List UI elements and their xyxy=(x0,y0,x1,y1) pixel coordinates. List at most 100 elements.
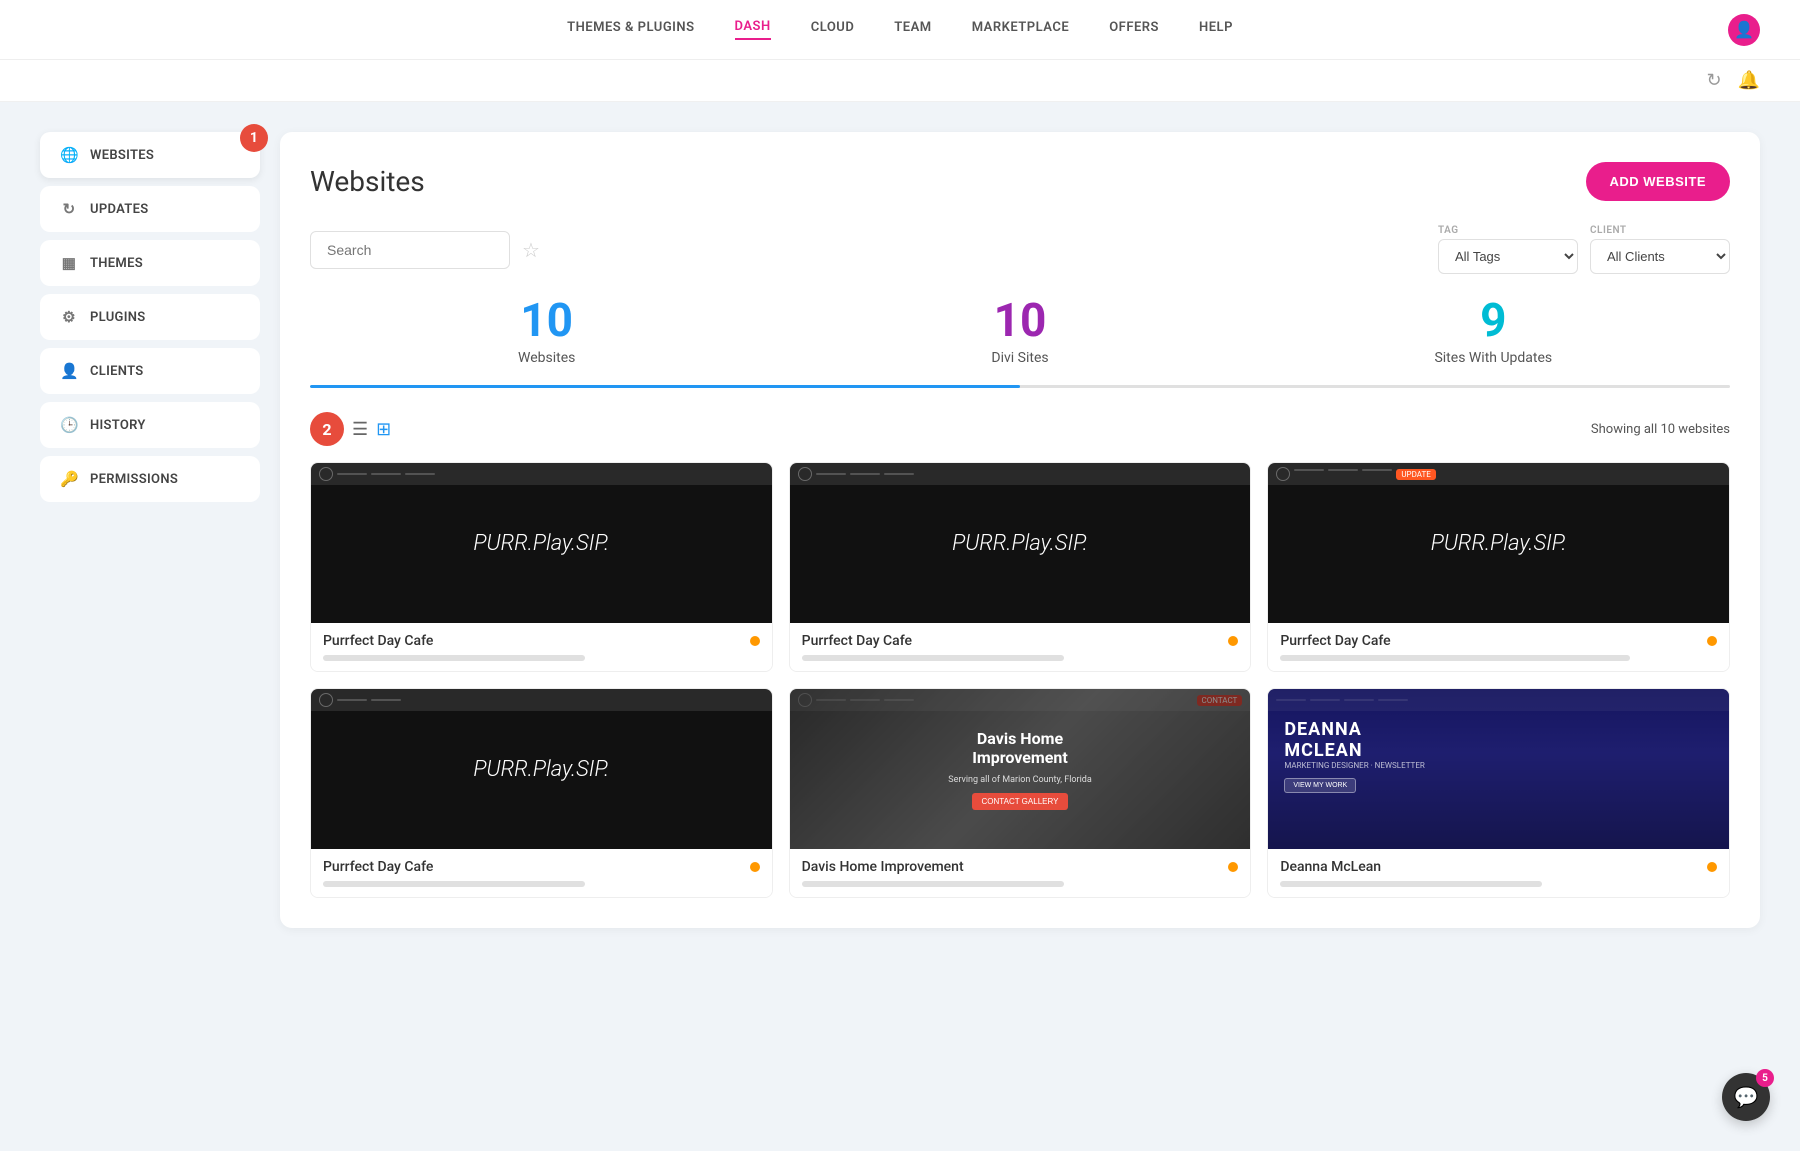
mini-nav-line xyxy=(816,473,846,475)
card-meta xyxy=(1280,881,1717,887)
mini-nav xyxy=(816,473,1243,475)
plugins-icon: ⚙ xyxy=(60,308,78,326)
mini-nav-line xyxy=(337,473,367,475)
stat-updates: 9 Sites With Updates xyxy=(1257,298,1730,382)
website-card[interactable]: DEANNAMCLEAN MARKETING DESIGNER · NEWSLE… xyxy=(1267,688,1730,898)
step-badge: 2 xyxy=(310,412,344,446)
chat-widget[interactable]: 💬 5 xyxy=(1722,1073,1770,1121)
card-thumbnail: PURR.Play.SIP. xyxy=(311,689,772,849)
card-meta xyxy=(1280,655,1717,661)
mini-nav: UPDATE xyxy=(1294,469,1721,480)
permissions-icon: 🔑 xyxy=(60,470,78,488)
kitchen-overlay: Davis HomeImprovement Serving all of Mar… xyxy=(790,689,1251,849)
meta-line xyxy=(323,881,585,887)
card-meta xyxy=(802,881,1239,887)
themes-icon: ▦ xyxy=(60,254,78,272)
add-website-button[interactable]: ADD WEBSITE xyxy=(1586,162,1731,201)
card-meta xyxy=(323,655,760,661)
stat-websites-label: Websites xyxy=(310,350,783,366)
sidebar-item-themes[interactable]: ▦ THEMES xyxy=(40,240,260,286)
nav-dash[interactable]: DASH xyxy=(735,19,771,40)
kitchen-title: Davis HomeImprovement xyxy=(972,729,1068,767)
stats-row: 10 Websites 10 Divi Sites 9 Sites With U… xyxy=(310,298,1730,385)
sidebar-item-websites[interactable]: 🌐 WEBSITES 1 xyxy=(40,132,260,178)
sidebar-item-updates[interactable]: ↻ UPDATES xyxy=(40,186,260,232)
page-title: Websites xyxy=(310,165,425,198)
stat-websites-count: 10 xyxy=(310,298,783,344)
sidebar-item-plugins[interactable]: ⚙ PLUGINS xyxy=(40,294,260,340)
nav-offers[interactable]: OFFERS xyxy=(1109,20,1159,39)
meta-line xyxy=(802,655,1064,661)
card-name-row: Purrfect Day Cafe xyxy=(1280,633,1717,649)
meta-line xyxy=(802,881,1064,887)
card-thumbnail: PURR.Play.SIP. xyxy=(311,463,772,623)
nav-marketplace[interactable]: MARKETPLACE xyxy=(972,20,1070,39)
tag-select[interactable]: All Tags xyxy=(1438,239,1578,274)
sidebar-label-permissions: PERMISSIONS xyxy=(90,472,178,487)
website-card[interactable]: PURR.Play.SIP. Purrfect Day Cafe xyxy=(310,462,773,672)
card-info: Purrfect Day Cafe xyxy=(311,849,772,897)
nav-right: 👤 xyxy=(1728,14,1760,46)
stat-divi-label: Divi Sites xyxy=(783,350,1256,366)
mini-nav-line xyxy=(371,699,401,701)
avatar[interactable]: 👤 xyxy=(1728,14,1760,46)
filters-row: ☆ TAG All Tags CLIENT All Clients xyxy=(310,225,1730,274)
website-card[interactable]: PURR.Play.SIP. Purrfect Day Cafe xyxy=(310,688,773,898)
refresh-icon[interactable]: ↻ xyxy=(1706,70,1721,91)
nav-team[interactable]: TEAM xyxy=(894,20,931,39)
status-indicator xyxy=(1707,862,1717,872)
mini-nav-line xyxy=(884,473,914,475)
sidebar-item-clients[interactable]: 👤 CLIENTS xyxy=(40,348,260,394)
progress-bar-fill xyxy=(310,385,1020,388)
notification-icon[interactable]: 🔔 xyxy=(1738,70,1760,91)
status-indicator xyxy=(1228,636,1238,646)
favorites-filter-icon[interactable]: ☆ xyxy=(522,238,540,262)
card-meta xyxy=(323,881,760,887)
sidebar-item-permissions[interactable]: 🔑 PERMISSIONS xyxy=(40,456,260,502)
meta-line xyxy=(1280,655,1629,661)
stat-websites: 10 Websites xyxy=(310,298,783,382)
client-label: CLIENT xyxy=(1590,225,1730,236)
history-icon: 🕒 xyxy=(60,416,78,434)
search-input[interactable] xyxy=(310,231,510,269)
mini-nav-line xyxy=(371,473,401,475)
card-name: Purrfect Day Cafe xyxy=(802,633,912,649)
stat-updates-count: 9 xyxy=(1257,298,1730,344)
list-view-icon[interactable]: ☰ xyxy=(352,419,368,440)
sidebar-item-history[interactable]: 🕒 HISTORY xyxy=(40,402,260,448)
card-name: Purrfect Day Cafe xyxy=(323,859,433,875)
mini-nav-line xyxy=(1328,469,1358,471)
websites-badge: 1 xyxy=(240,124,268,152)
night-city-btn[interactable]: VIEW MY WORK xyxy=(1284,778,1356,793)
card-mini-header xyxy=(311,689,772,711)
stat-divi-count: 10 xyxy=(783,298,1256,344)
nav-themes-plugins[interactable]: THEMES & PLUGINS xyxy=(567,20,694,39)
nav-links: THEMES & PLUGINS DASH CLOUD TEAM MARKETP… xyxy=(567,19,1233,40)
mini-nav-line xyxy=(1294,469,1324,471)
card-thumbnail: PURR.Play.SIP. xyxy=(790,463,1251,623)
card-name: Purrfect Day Cafe xyxy=(1280,633,1390,649)
card-info: Deanna McLean xyxy=(1268,849,1729,897)
mini-nav xyxy=(337,473,764,475)
card-name: Deanna McLean xyxy=(1280,859,1381,875)
page-header: Websites ADD WEBSITE xyxy=(310,162,1730,201)
clients-icon: 👤 xyxy=(60,362,78,380)
meta-line xyxy=(1280,881,1542,887)
stat-updates-label: Sites With Updates xyxy=(1257,350,1730,366)
card-mini-header xyxy=(790,463,1251,485)
purr-logo: PURR.Play.SIP. xyxy=(952,531,1088,556)
grid-toolbar: 2 ☰ ⊞ Showing all 10 websites xyxy=(310,412,1730,446)
website-card[interactable]: UPDATE PURR.Play.SIP. Purrfect Day Cafe xyxy=(1267,462,1730,672)
mini-nav-line xyxy=(405,473,435,475)
nav-help[interactable]: HELP xyxy=(1199,20,1233,39)
kitchen-gallery-btn[interactable]: CONTACT GALLERY xyxy=(972,793,1069,810)
grid-view-icon[interactable]: ⊞ xyxy=(376,419,391,440)
website-card[interactable]: CONTACT Davis HomeImprovement Serving al… xyxy=(789,688,1252,898)
website-card[interactable]: PURR.Play.SIP. Purrfect Day Cafe xyxy=(789,462,1252,672)
mini-nav-line xyxy=(337,699,367,701)
top-navigation: THEMES & PLUGINS DASH CLOUD TEAM MARKETP… xyxy=(0,0,1800,60)
sidebar-label-themes: THEMES xyxy=(90,256,143,271)
client-select[interactable]: All Clients xyxy=(1590,239,1730,274)
night-city-sub: MARKETING DESIGNER · NEWSLETTER xyxy=(1284,761,1424,770)
nav-cloud[interactable]: CLOUD xyxy=(811,20,855,39)
